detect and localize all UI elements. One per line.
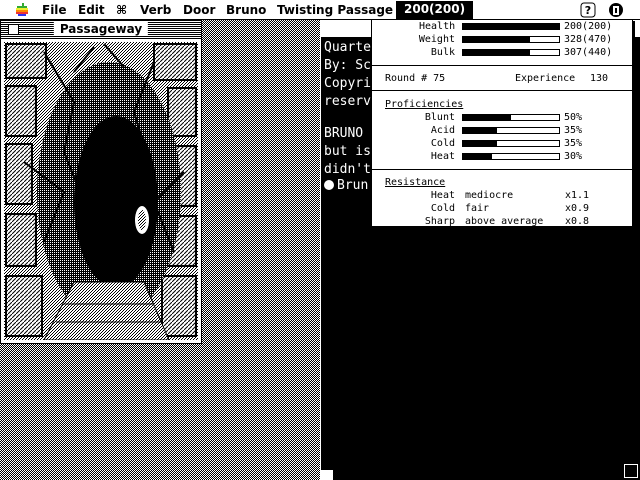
svg-text:?: ? <box>585 4 591 17</box>
footer-block <box>321 470 333 480</box>
proficiency-bar <box>462 114 560 121</box>
bulk-bar-fill <box>463 50 531 55</box>
proficiency-value: 50% <box>564 112 583 123</box>
close-box-icon[interactable] <box>8 24 19 35</box>
resistance-level: above average <box>465 216 544 227</box>
divider <box>372 90 632 91</box>
resistance-multiplier: x0.8 <box>565 216 590 227</box>
proficiency-bar <box>462 127 560 134</box>
proficiency-value: 35% <box>564 138 583 149</box>
resistance-type: Cold <box>430 203 455 214</box>
stats-dropdown: Health 200(200) Weight 328(470) Bulk 307… <box>371 19 633 227</box>
menu-edit[interactable]: Edit <box>78 3 105 17</box>
weight-bar <box>462 36 560 43</box>
proficiency-label: Heat <box>430 151 455 162</box>
proficiency-bar <box>462 140 560 147</box>
proficiency-bar-fill <box>463 128 497 133</box>
proficiency-bar-fill <box>463 154 492 159</box>
resistance-multiplier: x1.1 <box>565 190 590 201</box>
application-icon[interactable] <box>608 2 624 18</box>
bulk-bar <box>462 49 560 56</box>
health-value: 200(200) <box>564 21 613 32</box>
text-line: Quarte <box>324 40 371 55</box>
experience-label: Experience <box>515 73 576 84</box>
weight-label: Weight <box>418 34 455 45</box>
health-bar <box>462 23 560 30</box>
health-label: Health <box>419 21 456 32</box>
bulk-value: 307(440) <box>564 47 613 58</box>
weight-bar-fill <box>463 37 531 42</box>
text-line-content: Brun <box>337 178 369 193</box>
menu-bruno[interactable]: Bruno <box>226 3 266 17</box>
proficiency-label: Acid <box>430 125 455 136</box>
health-bar-fill <box>463 24 559 29</box>
proficiency-value: 35% <box>564 125 583 136</box>
proficiency-label: Blunt <box>424 112 455 123</box>
divider <box>372 169 632 170</box>
proficiency-bar-fill <box>463 141 497 146</box>
text-line: BRUNO <box>324 126 364 141</box>
window-title-bar[interactable]: Passageway <box>1 21 201 39</box>
bulk-label: Bulk <box>430 47 455 58</box>
apple-icon[interactable] <box>15 3 29 17</box>
resize-box-icon[interactable] <box>624 464 638 478</box>
resistance-multiplier: x0.9 <box>565 203 590 214</box>
experience-value: 130 <box>590 73 609 84</box>
menu-door[interactable]: Door <box>183 3 215 17</box>
weight-value: 328(470) <box>564 34 613 45</box>
proficiency-bar <box>462 153 560 160</box>
divider <box>372 65 632 66</box>
menu-verb[interactable]: Verb <box>140 3 171 17</box>
text-line: Brun <box>324 178 368 193</box>
menu-bar: File Edit ⌘ Verb Door Bruno Twisting Pas… <box>0 0 640 20</box>
passage-illustration <box>4 42 198 340</box>
proficiency-value: 30% <box>564 151 583 162</box>
window-title: Passageway <box>53 22 149 36</box>
bullet-icon <box>324 180 334 190</box>
passageway-window: Passageway <box>0 20 202 344</box>
proficiency-label: Cold <box>430 138 455 149</box>
text-line: reserv <box>324 94 371 109</box>
menu-location[interactable]: Twisting Passage <box>277 3 393 17</box>
text-line: Copyri <box>324 76 371 91</box>
resistance-level: mediocre <box>465 190 514 201</box>
resistance-level: fair <box>465 203 490 214</box>
menu-health[interactable]: 200(200) <box>396 1 474 19</box>
proficiency-bar-fill <box>463 115 511 120</box>
proficiencies-heading: Proficiencies <box>385 99 464 110</box>
round-label: Round # 75 <box>385 73 446 84</box>
menu-command[interactable]: ⌘ <box>116 3 127 17</box>
resistance-heading: Resistance <box>385 177 446 188</box>
resistance-type: Heat <box>430 190 455 201</box>
menu-file[interactable]: File <box>42 3 67 17</box>
help-icon[interactable]: ? <box>580 2 596 18</box>
resistance-type: Sharp <box>424 216 455 227</box>
